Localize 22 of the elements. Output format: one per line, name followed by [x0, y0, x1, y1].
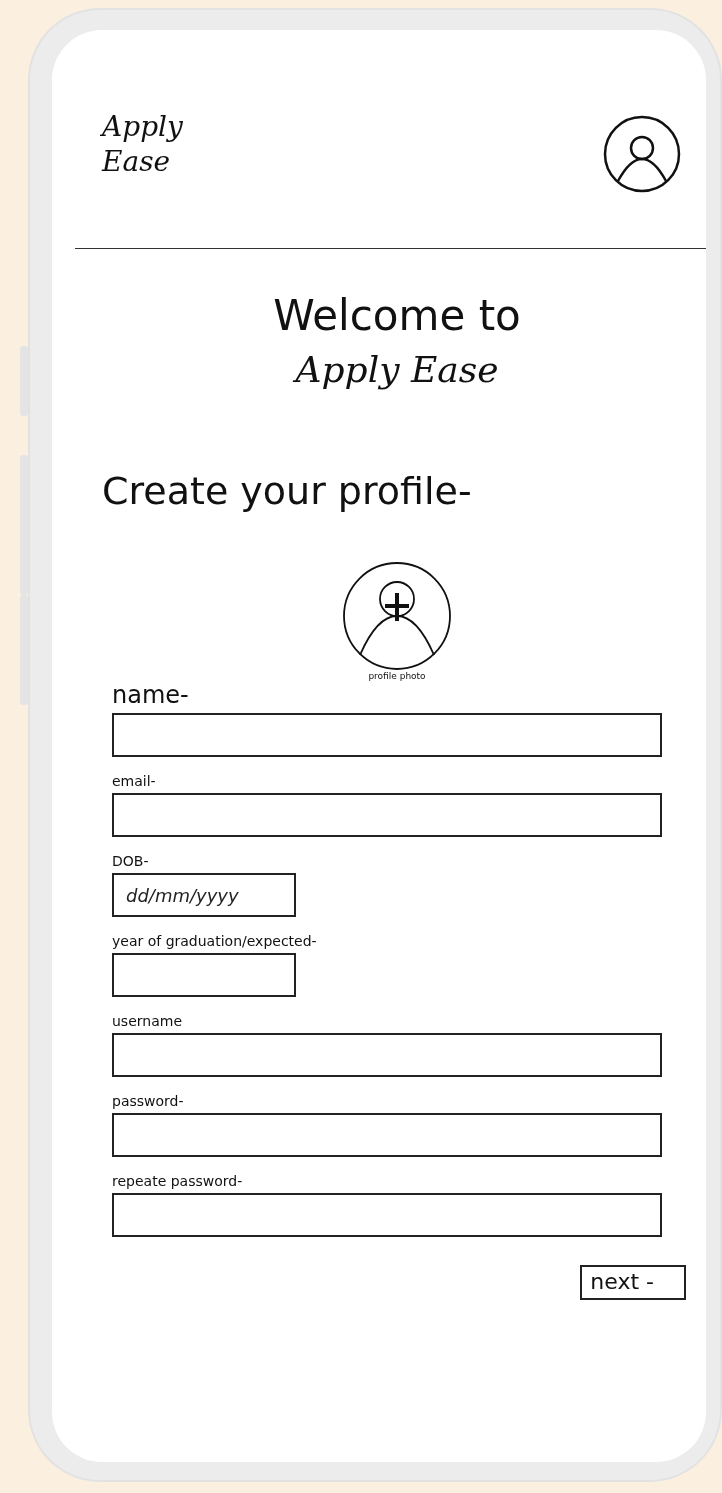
- input-field[interactable]: [112, 1193, 662, 1237]
- field-label: repeate password-: [112, 1173, 244, 1189]
- add-photo-icon[interactable]: [342, 561, 452, 671]
- field-label: username: [112, 1013, 183, 1029]
- next-button[interactable]: next -: [580, 1265, 686, 1300]
- input-field[interactable]: [112, 953, 296, 997]
- user-avatar-icon[interactable]: [602, 114, 682, 194]
- field-label: password-: [112, 1093, 185, 1109]
- field-label: name-: [112, 681, 190, 709]
- input-field[interactable]: [112, 1113, 662, 1157]
- input-field[interactable]: [112, 793, 662, 837]
- input-field[interactable]: [112, 1033, 662, 1077]
- field-label: email-: [112, 773, 157, 789]
- field-label: year of graduation/expected-: [112, 933, 318, 949]
- input-field[interactable]: [112, 713, 662, 757]
- logo: Apply Ease: [102, 109, 184, 179]
- photo-caption: profile photo: [368, 671, 426, 681]
- welcome-title: Welcome to: [273, 290, 521, 342]
- welcome-title: Apply Ease: [295, 348, 499, 392]
- section-heading: Create your profile-: [102, 469, 473, 513]
- input-field[interactable]: dd/mm/yyyy: [112, 873, 296, 917]
- field-label: DOB-: [112, 853, 150, 869]
